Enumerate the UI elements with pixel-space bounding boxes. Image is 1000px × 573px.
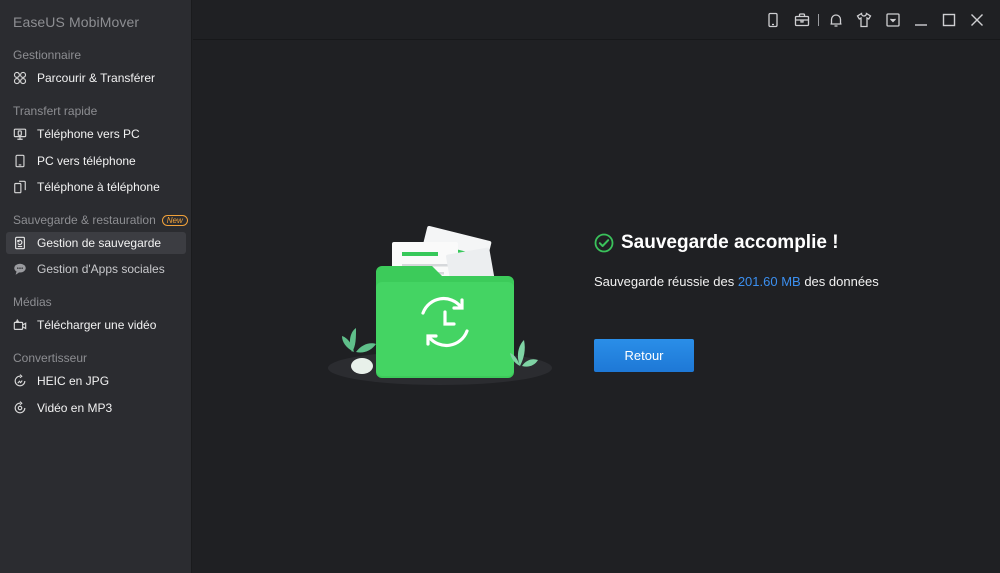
sidebar-item-gestion-apps-sociales[interactable]: Gestion d'Apps sociales (6, 258, 186, 280)
backup-size: 201.60 MB (737, 274, 801, 289)
sidebar: EaseUS MobiMover Gestionnaire Parcourir … (0, 0, 192, 573)
sidebar-item-telephone-vers-pc[interactable]: Téléphone vers PC (6, 123, 186, 145)
convert-image-icon (12, 373, 28, 389)
sidebar-item-label: Gestion de sauvegarde (37, 236, 162, 250)
divider (818, 14, 819, 26)
maximize-icon[interactable] (939, 10, 959, 30)
sidebar-item-label: Télécharger une vidéo (37, 318, 157, 332)
sidebar-item-telecharger-video[interactable]: Télécharger une vidéo (6, 314, 186, 336)
phone-to-phone-icon (12, 179, 28, 195)
minimize-icon[interactable] (911, 10, 931, 30)
dropdown-menu-icon[interactable] (883, 10, 903, 30)
result-title-text: Sauvegarde accomplie ! (621, 232, 839, 253)
phone-to-pc-icon (12, 126, 28, 142)
sidebar-item-label: Téléphone à téléphone (37, 180, 160, 194)
retour-button[interactable]: Retour (594, 339, 694, 372)
section-title-gestionnaire: Gestionnaire (13, 48, 82, 62)
phone-icon[interactable] (763, 10, 783, 30)
pc-to-phone-icon (12, 153, 28, 169)
sidebar-item-label: Gestion d'Apps sociales (37, 262, 165, 276)
sidebar-item-pc-vers-telephone[interactable]: PC vers téléphone (6, 150, 186, 172)
result-title: Sauvegarde accomplie ! (594, 232, 839, 254)
close-icon[interactable] (967, 10, 987, 30)
sidebar-item-label: PC vers téléphone (37, 154, 136, 168)
section-title-label: Sauvegarde & restauration (13, 213, 156, 227)
sidebar-item-label: Vidéo en MP3 (37, 401, 113, 415)
result-description: Sauvegarde réussie des 201.60 MB des don… (594, 274, 879, 289)
section-title-convertisseur: Convertisseur (13, 351, 88, 365)
new-badge: New (161, 214, 188, 226)
section-title-transfert-rapide: Transfert rapide (13, 104, 98, 118)
check-circle-icon (594, 233, 614, 253)
bell-icon[interactable] (826, 10, 846, 30)
app-title: EaseUS MobiMover (13, 14, 140, 30)
sidebar-item-gestion-de-sauvegarde[interactable]: Gestion de sauvegarde (6, 232, 186, 254)
tshirt-icon[interactable] (854, 10, 874, 30)
sidebar-item-telephone-a-telephone[interactable]: Téléphone à téléphone (6, 176, 186, 198)
video-download-icon (12, 317, 28, 333)
section-title-medias: Médias (13, 295, 52, 309)
grid-icon (12, 70, 28, 86)
backup-icon (12, 235, 28, 251)
section-title-sauvegarde: Sauvegarde & restauration New (13, 213, 188, 227)
toolbox-icon[interactable] (792, 10, 812, 30)
sidebar-item-label: Téléphone vers PC (37, 127, 140, 141)
sidebar-item-heic-en-jpg[interactable]: HEIC en JPG (6, 370, 186, 392)
chat-icon (12, 261, 28, 277)
convert-audio-icon (12, 400, 28, 416)
desc-suffix: des données (804, 274, 879, 289)
sidebar-item-parcourir-transferer[interactable]: Parcourir & Transférer (6, 67, 186, 89)
sidebar-item-video-en-mp3[interactable]: Vidéo en MP3 (6, 397, 186, 419)
sidebar-item-label: HEIC en JPG (37, 374, 110, 388)
title-bar (193, 0, 1000, 40)
desc-prefix: Sauvegarde réussie des (594, 274, 735, 289)
backup-folder-illustration (328, 225, 552, 385)
sidebar-item-label: Parcourir & Transférer (37, 71, 156, 85)
